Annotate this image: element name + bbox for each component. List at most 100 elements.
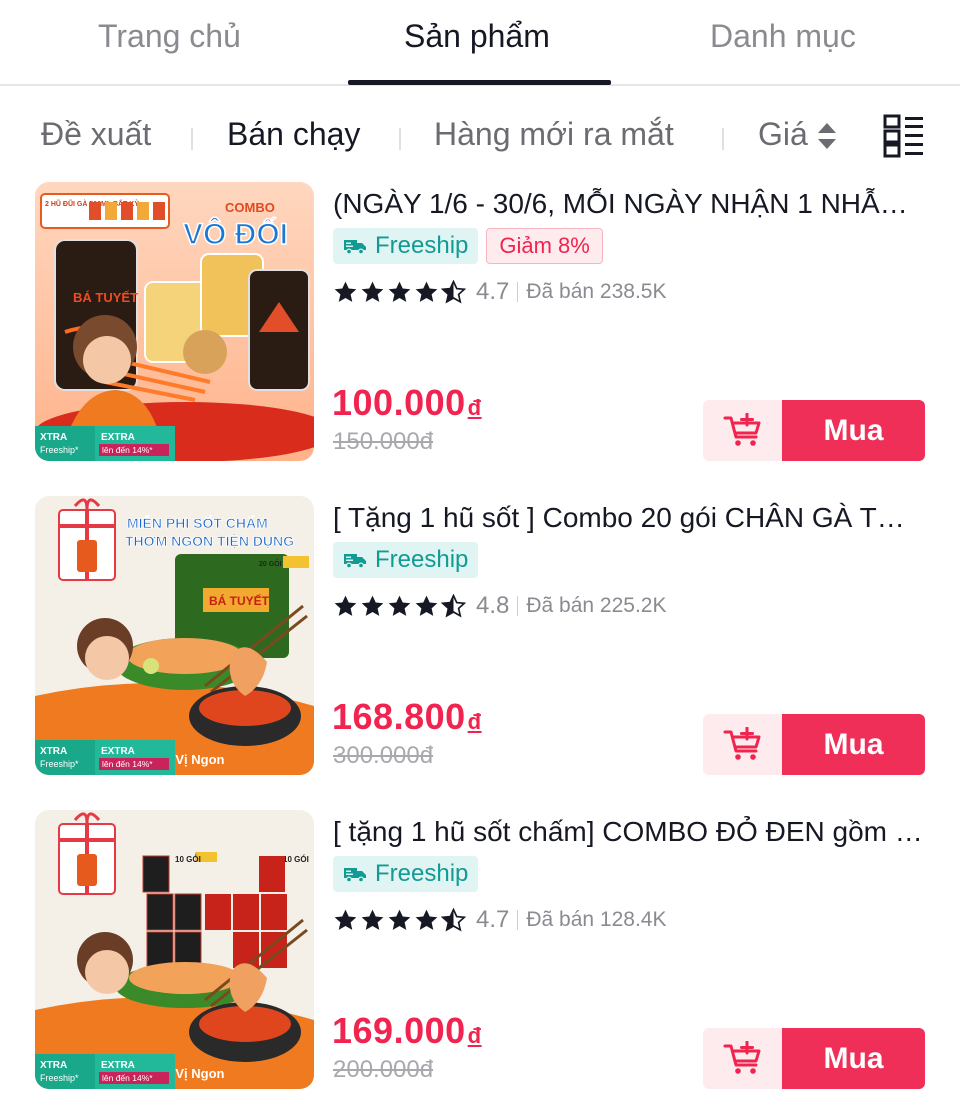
freeship-badge: Freeship	[333, 228, 479, 264]
thumb-pack-count-right: 10 GÓI	[283, 855, 309, 864]
product-title[interactable]: [ tặng 1 hũ sốt chấm] COMBO ĐỎ ĐEN gồm 2…	[333, 816, 923, 848]
product-image[interactable]: 2 HŨ ĐŨI GÀ 500ML BẤT KỲ COMBO VÔ ĐỐI BÁ…	[35, 182, 314, 461]
thumb-xtra: XTRA	[40, 746, 67, 757]
sale-price: 100.000đ	[332, 382, 482, 424]
freeship-badge: Freeship	[333, 856, 479, 892]
thumb-banner-line2: THƠM NGON TIỆN DỤNG	[125, 532, 294, 549]
tab-categories[interactable]: Danh mục	[710, 18, 856, 55]
thumb-pack-count-left: 10 GÓI	[175, 855, 201, 864]
freeship-label: Freeship	[375, 860, 469, 887]
product-card[interactable]: MIỄN PHÍ SỐT CHẤM THƠM NGON TIỆN DỤNG 20…	[0, 496, 960, 786]
sort-new-arrivals[interactable]: Hàng mới ra mắt	[434, 116, 674, 153]
freeship-badge: Freeship	[333, 542, 479, 578]
product-image[interactable]: 10 GÓI 10 GÓI Tẩm Vị Ngon XTRA Freeship*…	[35, 810, 314, 1089]
star-icon	[333, 594, 358, 619]
thumb-jar-label: BÁ TUYẾT	[73, 290, 138, 305]
thumb-xtra-sub: Freeship*	[40, 445, 79, 455]
thumb-xtra-sub: Freeship*	[40, 1073, 79, 1083]
thumb-extra: EXTRA	[101, 746, 135, 757]
active-tab-indicator	[348, 80, 611, 85]
currency-symbol: đ	[467, 1023, 482, 1048]
list-view-icon[interactable]	[883, 114, 925, 158]
star-icon	[414, 594, 439, 619]
buy-button[interactable]: Mua	[782, 1028, 925, 1089]
star-icon	[414, 280, 439, 305]
price-value: 169.000	[332, 1010, 466, 1051]
sort-recommended[interactable]: Đề xuất	[41, 116, 151, 153]
star-icon	[360, 594, 385, 619]
product-card[interactable]: 2 HŨ ĐŨI GÀ 500ML BẤT KỲ COMBO VÔ ĐỐI BÁ…	[0, 182, 960, 472]
thumb-pack-count: 20 GÓI	[259, 559, 282, 568]
thumb-extra-sub: lên đến 14%*	[102, 445, 153, 455]
rating-divider	[517, 596, 519, 616]
star-rating	[333, 594, 466, 619]
rating-row: 4.7 Đã bán 128.4K	[333, 904, 666, 936]
thumb-banner-line1: MIỄN PHÍ SỐT CHẤM	[127, 514, 268, 531]
rating-row: 4.8 Đã bán 225.2K	[333, 590, 666, 622]
star-icon	[333, 908, 358, 933]
currency-symbol: đ	[467, 709, 482, 734]
rating-value: 4.7	[476, 906, 510, 933]
star-rating	[333, 280, 466, 305]
badge-row: Freeship	[333, 542, 479, 578]
product-title[interactable]: [ Tặng 1 hũ sốt ] Combo 20 gói CHÂN GÀ T…	[333, 502, 923, 534]
product-title[interactable]: (NGÀY 1/6 - 30/6, MỖI NGÀY NHẬN 1 NHẪN V…	[333, 188, 923, 220]
star-half-icon	[441, 594, 466, 619]
thumb-xtra: XTRA	[40, 1060, 67, 1071]
star-half-icon	[441, 908, 466, 933]
add-to-cart-button[interactable]	[703, 400, 782, 461]
thumb-extra-sub: lên đến 14%*	[102, 1073, 153, 1083]
tab-home[interactable]: Trang chủ	[98, 18, 241, 55]
sort-divider	[191, 128, 193, 150]
thumb-extra: EXTRA	[101, 432, 135, 443]
thumb-xtra: XTRA	[40, 432, 67, 443]
product-card[interactable]: 10 GÓI 10 GÓI Tẩm Vị Ngon XTRA Freeship*…	[0, 810, 960, 1100]
discount-badge: Giảm 8%	[486, 228, 603, 264]
star-icon	[333, 280, 358, 305]
badge-row: Freeship Giảm 8%	[333, 228, 603, 264]
original-price: 200.000đ	[333, 1056, 434, 1083]
freeship-label: Freeship	[375, 232, 469, 259]
add-to-cart-icon	[723, 413, 763, 449]
add-to-cart-button[interactable]	[703, 1028, 782, 1089]
sale-price: 169.000đ	[332, 1010, 482, 1052]
star-icon	[387, 280, 412, 305]
star-icon	[387, 908, 412, 933]
price-value: 168.800	[332, 696, 466, 737]
product-image[interactable]: MIỄN PHÍ SỐT CHẤM THƠM NGON TIỆN DỤNG 20…	[35, 496, 314, 775]
add-to-cart-button[interactable]	[703, 714, 782, 775]
star-icon	[414, 908, 439, 933]
sort-best-selling[interactable]: Bán chạy	[227, 116, 360, 153]
tab-products[interactable]: Sản phẩm	[404, 18, 550, 55]
thumb-extra-sub: lên đến 14%*	[102, 759, 153, 769]
sort-price[interactable]: Giá	[758, 116, 808, 153]
sold-count: Đã bán 225.2K	[526, 594, 667, 617]
sort-arrows-icon[interactable]	[815, 120, 839, 152]
rating-value: 4.7	[476, 278, 510, 305]
rating-row: 4.7 Đã bán 238.5K	[333, 276, 666, 308]
add-to-cart-icon	[723, 727, 763, 763]
rating-value: 4.8	[476, 592, 510, 619]
add-to-cart-icon	[723, 1041, 763, 1077]
buy-button[interactable]: Mua	[782, 714, 925, 775]
thumb-combo-small: COMBO	[225, 200, 275, 215]
thumb-extra: EXTRA	[101, 1060, 135, 1071]
star-icon	[360, 280, 385, 305]
thumb-pack-label: BÁ TUYẾT	[209, 593, 270, 608]
price-value: 100.000	[332, 382, 466, 423]
sold-count: Đã bán 238.5K	[526, 280, 667, 303]
rating-divider	[517, 910, 519, 930]
thumb-combo-title: VÔ ĐỐI	[183, 217, 288, 251]
original-price: 300.000đ	[333, 742, 434, 769]
freeship-label: Freeship	[375, 546, 469, 573]
top-tab-bar: Trang chủ Sản phẩm Danh mục	[0, 0, 960, 86]
truck-icon	[343, 865, 367, 883]
thumb-xtra-sub: Freeship*	[40, 759, 79, 769]
buy-button[interactable]: Mua	[782, 400, 925, 461]
sale-price: 168.800đ	[332, 696, 482, 738]
truck-icon	[343, 237, 367, 255]
sort-bar: Đề xuất Bán chạy Hàng mới ra mắt Giá	[0, 88, 960, 180]
sort-divider	[722, 128, 724, 150]
rating-divider	[517, 282, 519, 302]
star-rating	[333, 908, 466, 933]
